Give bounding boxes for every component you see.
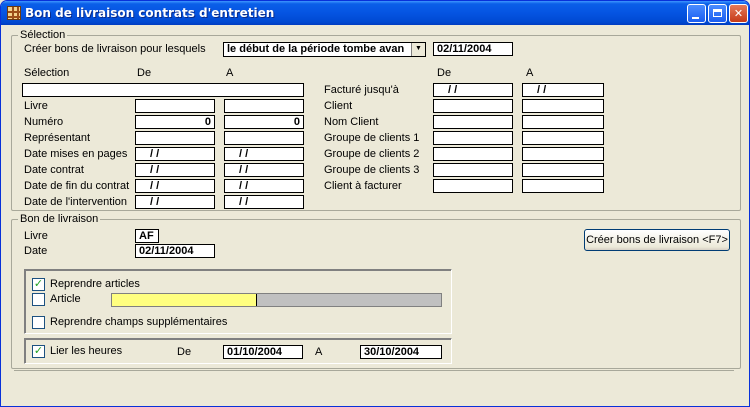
nom-client-de-field[interactable]: [433, 115, 513, 129]
hours-de-field[interactable]: 01/10/2004: [223, 345, 303, 359]
delivery-group-label: Bon de livraison: [18, 213, 101, 225]
create-delivery-notes-button[interactable]: Créer bons de livraison <F7>: [584, 229, 730, 251]
date-intervention-a-field[interactable]: / /: [224, 195, 304, 209]
numero-de-field[interactable]: 0: [135, 115, 215, 129]
selection-group: Sélection Créer bons de livraison pour l…: [11, 29, 741, 211]
window-title: Bon de livraison contrats d'entretien: [25, 6, 275, 20]
livre-a-field[interactable]: [224, 99, 304, 113]
selection-group-label: Sélection: [18, 29, 68, 41]
groupe-clients-2-label: Groupe de clients 2: [324, 148, 420, 160]
nom-client-a-field[interactable]: [522, 115, 604, 129]
bottom-divider: [14, 370, 734, 371]
groupe-clients-2-a-field[interactable]: [522, 147, 604, 161]
groupe-clients-2-de-field[interactable]: [433, 147, 513, 161]
col-de-header: De: [137, 67, 152, 79]
selection-input[interactable]: [22, 83, 304, 97]
facture-jusqua-de-field[interactable]: / /: [433, 83, 513, 97]
date-mises-en-pages-label: Date mises en pages: [24, 148, 128, 160]
date-contrat-a-field[interactable]: / /: [224, 163, 304, 177]
col-a-header: A: [226, 67, 234, 79]
groupe-clients-1-a-field[interactable]: [522, 131, 604, 145]
maximize-icon: [713, 9, 722, 17]
title-bar[interactable]: Bon de livraison contrats d'entretien ✕: [1, 1, 749, 25]
client-a-facturer-label: Client à facturer: [324, 180, 402, 192]
date-fin-contrat-de-field[interactable]: / /: [135, 179, 215, 193]
date-fin-contrat-label: Date de fin du contrat: [24, 180, 130, 192]
article-progress-bar: [111, 293, 442, 307]
groupe-clients-3-a-field[interactable]: [522, 163, 604, 177]
create-criteria-label: Créer bons de livraison pour lesquels: [24, 43, 206, 55]
delivery-livre-label: Livre: [24, 230, 48, 242]
client-de-field[interactable]: [433, 99, 513, 113]
representant-label: Représentant: [24, 132, 91, 144]
client-a-facturer-a-field[interactable]: [522, 179, 604, 193]
groupe-clients-1-de-field[interactable]: [433, 131, 513, 145]
app-grid-icon: [7, 6, 21, 20]
close-icon: ✕: [733, 7, 744, 20]
window-client-area: Sélection Créer bons de livraison pour l…: [4, 25, 746, 405]
create-criteria-date[interactable]: 02/11/2004: [433, 42, 513, 56]
date-contrat-label: Date contrat: [24, 164, 84, 176]
minimize-button[interactable]: [687, 4, 706, 23]
create-criteria-select[interactable]: le début de la période tombe avan ▼: [223, 42, 426, 57]
hours-de-label: De: [177, 346, 192, 358]
date-intervention-label: Date de l'intervention: [24, 196, 127, 208]
livre-de-field[interactable]: [135, 99, 215, 113]
col-selection-header: Sélection: [24, 67, 70, 79]
client-a-field[interactable]: [522, 99, 604, 113]
delivery-date-label: Date: [24, 245, 48, 257]
client-a-facturer-de-field[interactable]: [433, 179, 513, 193]
delivery-date-field[interactable]: 02/11/2004: [135, 244, 215, 258]
delivery-livre-field[interactable]: AF: [135, 229, 159, 243]
date-intervention-de-field[interactable]: / /: [135, 195, 215, 209]
groupe-clients-3-label: Groupe de clients 3: [324, 164, 420, 176]
date-contrat-de-field[interactable]: / /: [135, 163, 215, 177]
reprendre-champs-label: Reprendre champs supplémentaires: [50, 316, 228, 328]
facture-jusqua-label: Facturé jusqu'à: [324, 84, 399, 96]
representant-a-field[interactable]: [224, 131, 304, 145]
facture-jusqua-a-field[interactable]: / /: [522, 83, 604, 97]
numero-label: Numéro: [24, 116, 64, 128]
livre-label: Livre: [24, 100, 48, 112]
delivery-group: Bon de livraison Livre AF Date 02/11/200…: [11, 213, 741, 369]
check-icon: ✓: [33, 345, 44, 357]
reprendre-articles-checkbox[interactable]: ✓: [32, 278, 45, 291]
groupe-clients-1-label: Groupe de clients 1: [324, 132, 420, 144]
reprendre-champs-checkbox[interactable]: [32, 316, 45, 329]
lier-heures-checkbox[interactable]: ✓: [32, 345, 45, 358]
hours-a-field[interactable]: 30/10/2004: [360, 345, 442, 359]
groupe-clients-3-de-field[interactable]: [433, 163, 513, 177]
numero-a-field[interactable]: 0: [224, 115, 304, 129]
chevron-down-icon[interactable]: ▼: [411, 43, 425, 56]
date-mises-en-pages-de-field[interactable]: / /: [135, 147, 215, 161]
representant-de-field[interactable]: [135, 131, 215, 145]
article-label: Article: [50, 293, 81, 305]
lier-heures-label: Lier les heures: [50, 345, 123, 357]
minimize-icon: [692, 17, 699, 19]
client-label: Client: [324, 100, 353, 112]
hours-a-label: A: [315, 346, 323, 358]
col-de-header-right: De: [437, 67, 452, 79]
articles-panel: ✓ Reprendre articles Article Reprendre c…: [24, 269, 452, 334]
nom-client-label: Nom Client: [324, 116, 379, 128]
date-mises-en-pages-a-field[interactable]: / /: [224, 147, 304, 161]
maximize-button[interactable]: [708, 4, 727, 23]
hours-panel: ✓ Lier les heures De 01/10/2004 A 30/10/…: [24, 338, 452, 364]
close-button[interactable]: ✕: [729, 4, 748, 23]
article-checkbox[interactable]: [32, 293, 45, 306]
col-a-header-right: A: [526, 67, 534, 79]
reprendre-articles-label: Reprendre articles: [50, 278, 140, 290]
create-criteria-value: le début de la période tombe avan: [227, 43, 405, 55]
article-progress-fill: [112, 294, 257, 306]
date-fin-contrat-a-field[interactable]: / /: [224, 179, 304, 193]
check-icon: ✓: [33, 278, 44, 290]
main-window: Bon de livraison contrats d'entretien ✕ …: [0, 0, 750, 407]
